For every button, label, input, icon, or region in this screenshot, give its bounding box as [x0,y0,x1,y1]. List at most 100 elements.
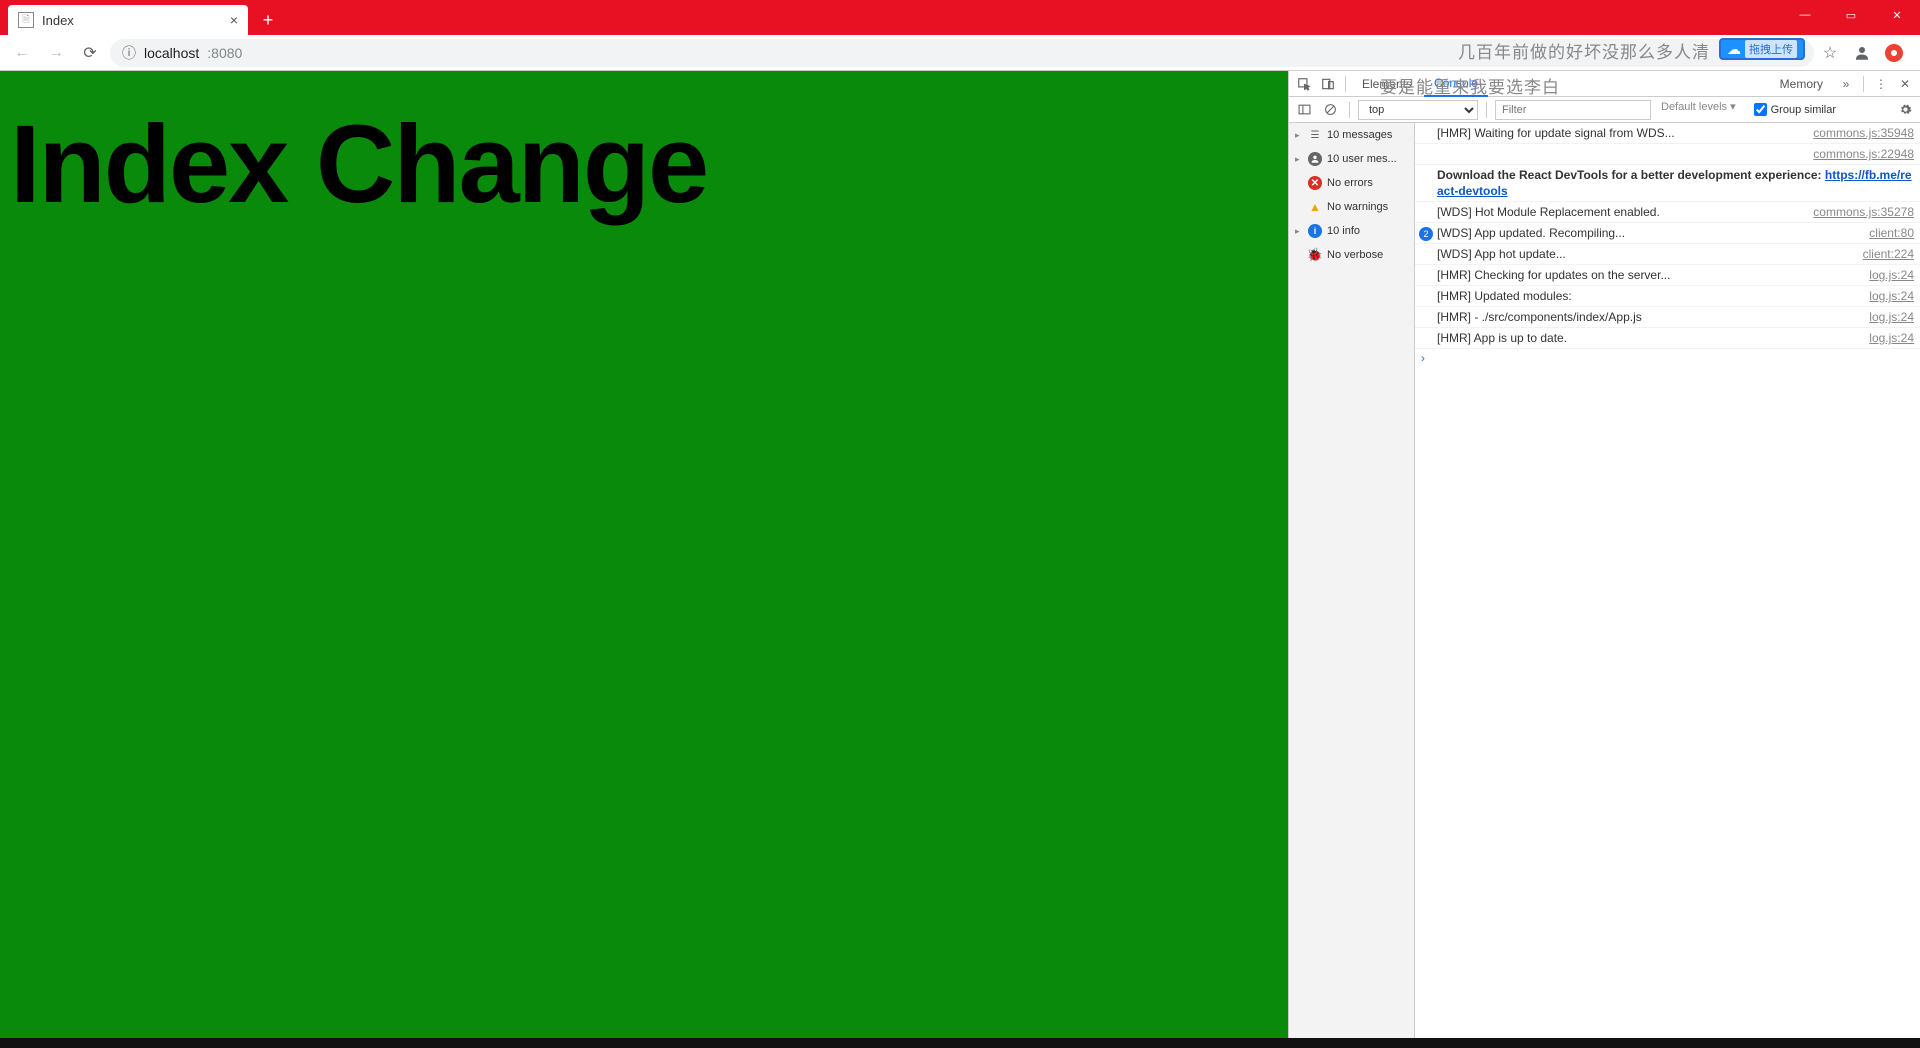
url-port: :8080 [207,45,242,61]
messages-icon: ☰ [1308,128,1322,142]
console-message-text: [HMR] - ./src/components/index/App.js [1419,309,1861,325]
expand-arrow-icon: ▸ [1295,226,1303,237]
page-content: Index Change [0,71,1288,1038]
console-message-source[interactable]: log.js:24 [1861,309,1914,325]
console-message-source[interactable]: commons.js:35278 [1805,204,1914,220]
console-message-source[interactable]: log.js:24 [1861,330,1914,346]
console-settings-icon[interactable] [1894,99,1916,121]
log-levels-select[interactable]: Default levels ▾ [1655,100,1750,120]
nav-forward-button[interactable]: → [42,39,70,67]
page-heading: Index Change [10,101,1278,228]
lyric-overlay-2: 要是能重来我要选李白 [1380,73,1560,98]
sidebar-warnings-label: No warnings [1327,201,1388,213]
console-messages[interactable]: [HMR] Waiting for update signal from WDS… [1415,123,1920,1038]
error-icon: ✕ [1308,176,1322,190]
console-message-text: [HMR] Waiting for update signal from WDS… [1419,125,1805,141]
page-favicon-icon: 🗎 [18,12,34,28]
console-message-source[interactable]: client:224 [1855,246,1914,262]
console-message-text [1419,146,1805,162]
site-info-icon[interactable]: ⓘ [122,43,136,63]
devtools-panel: Elements Console Memory » ⋮ ✕ top Defaul… [1288,71,1920,1038]
console-toolbar: top Default levels ▾ Group similar [1289,97,1920,123]
repeat-count-badge: 2 [1419,227,1433,241]
console-message-row[interactable]: [HMR] - ./src/components/index/App.jslog… [1415,307,1920,328]
group-similar-checkbox[interactable]: Group similar [1754,103,1836,116]
sidebar-user-messages[interactable]: ▸ 10 user mes... [1289,147,1414,171]
sidebar-errors[interactable]: ✕ No errors [1289,171,1414,195]
expand-arrow-icon: ▸ [1295,154,1303,165]
tab-memory[interactable]: Memory [1770,71,1833,97]
sidebar-warnings[interactable]: ▲ No warnings [1289,195,1414,219]
console-message-row[interactable]: [HMR] Checking for updates on the server… [1415,265,1920,286]
address-right-controls: ☆ [1820,43,1912,63]
devtools-close-icon[interactable]: ✕ [1894,73,1916,95]
console-body: ▸ ☰ 10 messages ▸ 10 user mes... ✕ No er… [1289,123,1920,1038]
sidebar-errors-label: No errors [1327,177,1373,189]
extension-icon[interactable] [1884,43,1904,63]
console-message-row[interactable]: 2[WDS] App updated. Recompiling...client… [1415,223,1920,244]
console-message-text: [WDS] Hot Module Replacement enabled. [1419,204,1805,220]
console-message-source[interactable]: log.js:24 [1861,267,1914,283]
profile-icon[interactable] [1852,43,1872,63]
console-message-text: 2[WDS] App updated. Recompiling... [1419,225,1861,241]
sidebar-info-label: 10 info [1327,225,1360,237]
upload-extension-badge[interactable]: ☁ 拖拽上传 [1719,38,1805,60]
upload-extension-label: 拖拽上传 [1745,40,1797,58]
reload-button[interactable]: ⟳ [76,39,104,67]
console-message-text: Download the React DevTools for a better… [1419,167,1914,199]
bookmark-star-icon[interactable]: ☆ [1820,43,1840,63]
console-message-row[interactable]: [WDS] App hot update...client:224 [1415,244,1920,265]
console-message-source[interactable]: commons.js:35948 [1805,125,1914,141]
inspect-element-icon[interactable] [1293,73,1315,95]
warning-icon: ▲ [1308,200,1322,214]
nav-back-button[interactable]: ← [8,39,36,67]
console-message-text: [HMR] App is up to date. [1419,330,1861,346]
console-sidebar-toggle-icon[interactable] [1293,99,1315,121]
sidebar-info[interactable]: ▸ i 10 info [1289,219,1414,243]
new-tab-button[interactable]: + [254,6,282,34]
separator [1345,76,1346,92]
info-icon: i [1308,224,1322,238]
device-toggle-icon[interactable] [1317,73,1339,95]
window-titlebar: 🗎 Index × + — ▭ ✕ [0,0,1920,35]
console-filter-input[interactable] [1495,100,1651,120]
maximize-button[interactable]: ▭ [1828,0,1874,30]
clear-console-icon[interactable] [1319,99,1341,121]
expand-arrow-icon: ▸ [1295,130,1303,141]
devtools-menu-icon[interactable]: ⋮ [1870,73,1892,95]
devtools-link[interactable]: https://fb.me/react-devtools [1437,168,1912,198]
console-message-row[interactable]: [HMR] Updated modules:log.js:24 [1415,286,1920,307]
console-prompt[interactable]: › [1415,349,1920,367]
tab-close-icon[interactable]: × [230,12,238,28]
group-similar-check-input[interactable] [1754,103,1767,116]
separator [1486,102,1487,118]
group-similar-label: Group similar [1771,104,1836,116]
user-icon [1308,152,1322,166]
console-message-row[interactable]: [HMR] App is up to date.log.js:24 [1415,328,1920,349]
console-message-row[interactable]: Download the React DevTools for a better… [1415,165,1920,202]
console-message-row[interactable]: [HMR] Waiting for update signal from WDS… [1415,123,1920,144]
console-sidebar: ▸ ☰ 10 messages ▸ 10 user mes... ✕ No er… [1289,123,1415,1038]
browser-tab[interactable]: 🗎 Index × [8,5,248,35]
sidebar-verbose[interactable]: 🐞 No verbose [1289,243,1414,267]
execution-context-select[interactable]: top [1358,100,1478,120]
tab-title: Index [42,13,74,28]
url-host: localhost [144,45,199,61]
minimize-button[interactable]: — [1782,0,1828,30]
console-message-source[interactable]: commons.js:22948 [1805,146,1914,162]
console-message-text: [HMR] Checking for updates on the server… [1419,267,1861,283]
console-message-source[interactable]: client:80 [1861,225,1914,241]
window-close-button[interactable]: ✕ [1874,0,1920,30]
sidebar-user-label: 10 user mes... [1327,153,1397,165]
console-message-row[interactable]: commons.js:22948 [1415,144,1920,165]
taskbar[interactable] [0,1038,1920,1048]
console-message-row[interactable]: [WDS] Hot Module Replacement enabled.com… [1415,202,1920,223]
more-tabs-icon[interactable]: » [1835,73,1857,95]
separator [1863,76,1864,92]
cloud-upload-icon: ☁ [1727,41,1741,58]
sidebar-messages[interactable]: ▸ ☰ 10 messages [1289,123,1414,147]
tab-strip: 🗎 Index × + [0,0,282,35]
console-message-source[interactable]: log.js:24 [1861,288,1914,304]
lyric-overlay-1: 几百年前做的好坏没那么多人清 [1458,38,1710,63]
main-area: Index Change Elements Console Memory » ⋮… [0,71,1920,1038]
